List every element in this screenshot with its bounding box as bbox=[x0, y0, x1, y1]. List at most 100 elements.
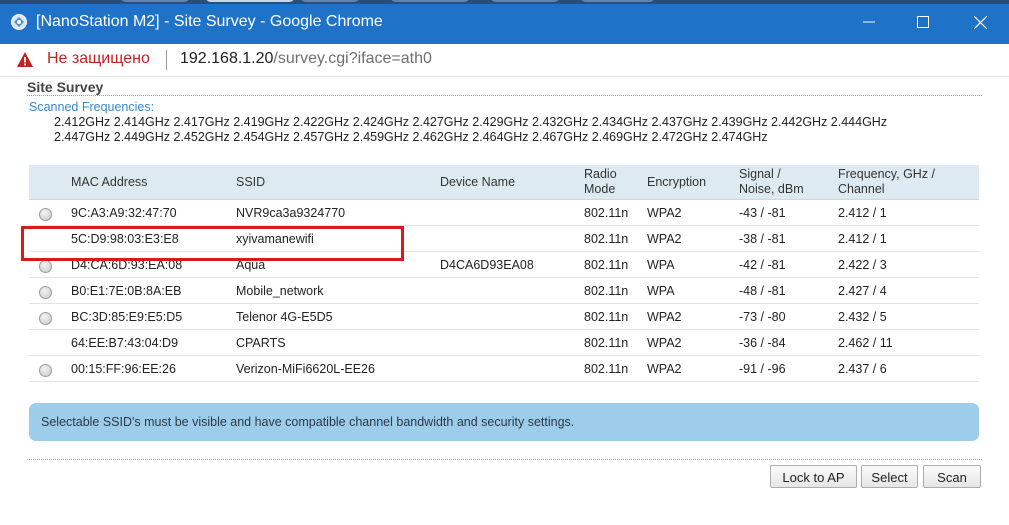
header-radio-line1: Radio bbox=[584, 167, 617, 181]
select-radio[interactable] bbox=[39, 260, 52, 273]
device-cell bbox=[440, 329, 580, 356]
bottom-divider bbox=[27, 459, 982, 460]
scanned-frequencies-label: Scanned Frequencies: bbox=[29, 100, 155, 114]
frequency-cell: 2.412 / 1 bbox=[836, 199, 979, 226]
select-radio[interactable] bbox=[39, 364, 52, 377]
select-cell bbox=[29, 355, 71, 382]
security-status[interactable]: Не защищено bbox=[47, 50, 150, 68]
window-title: [NanoStation M2] - Site Survey - Google … bbox=[36, 13, 383, 30]
header-radio-line2: Mode bbox=[584, 182, 616, 196]
table-row[interactable]: 9C:A3:A9:32:47:70 NVR9ca3a9324770 802.11n W… bbox=[29, 199, 979, 226]
device-cell bbox=[440, 225, 580, 252]
encryption-cell: WPA2 bbox=[647, 225, 737, 252]
mac-cell: BC:3D:85:E9:E5:D5 bbox=[71, 303, 236, 330]
info-notice: Selectable SSID's must be visible and ha… bbox=[29, 403, 979, 441]
url-text[interactable]: 192.168.1.20/survey.cgi?iface=ath0 bbox=[180, 50, 432, 68]
header-freq-line2: Channel bbox=[838, 182, 885, 196]
device-cell: D4CA6D93EA08 bbox=[440, 251, 580, 278]
scan-button[interactable]: Scan bbox=[923, 465, 981, 488]
header-signal: Signal / Noise, dBm bbox=[737, 165, 836, 200]
ssid-cell: Mobile_network bbox=[236, 277, 440, 304]
warning-triangle-icon[interactable] bbox=[16, 51, 34, 68]
header-encryption-label: Encryption bbox=[647, 174, 707, 189]
ssid-cell: Verizon-MiFi6620L-EE26 bbox=[236, 355, 440, 382]
device-cell bbox=[440, 199, 580, 226]
encryption-cell: WPA bbox=[647, 251, 737, 278]
frequency-cell: 2.427 / 4 bbox=[836, 277, 979, 304]
encryption-cell: WPA2 bbox=[647, 199, 737, 226]
header-freq-line1: Frequency, GHz / bbox=[838, 167, 936, 181]
header-frequency: Frequency, GHz / Channel bbox=[836, 165, 979, 200]
close-button[interactable] bbox=[952, 0, 1008, 44]
header-radio-mode: Radio Mode bbox=[580, 165, 647, 200]
select-cell bbox=[29, 277, 71, 304]
radio-mode-cell: 802.11n bbox=[580, 355, 647, 382]
header-device-label: Device Name bbox=[440, 174, 516, 189]
mac-cell: 5C:D9:98:03:E3:E8 bbox=[71, 225, 236, 252]
radio-mode-cell: 802.11n bbox=[580, 303, 647, 330]
signal-cell: -36 / -84 bbox=[737, 329, 836, 356]
frequency-cell: 2.462 / 11 bbox=[836, 329, 979, 356]
mac-cell: D4:CA:6D:93:EA:08 bbox=[71, 251, 236, 278]
mac-cell: 00:15:FF:96:EE:26 bbox=[71, 355, 236, 382]
select-cell bbox=[29, 225, 71, 252]
signal-cell: -42 / -81 bbox=[737, 251, 836, 278]
mac-cell: 9C:A3:A9:32:47:70 bbox=[71, 199, 236, 226]
lock-to-ap-button[interactable]: Lock to AP bbox=[770, 465, 857, 488]
mac-cell: B0:E1:7E:0B:8A:EB bbox=[71, 277, 236, 304]
select-cell bbox=[29, 329, 71, 356]
signal-cell: -48 / -81 bbox=[737, 277, 836, 304]
frequency-cell: 2.422 / 3 bbox=[836, 251, 979, 278]
table-row[interactable]: 5C:D9:98:03:E3:E8 xyivamanewifi 802.11n WPA… bbox=[29, 225, 979, 252]
frequencies-line-2: 2.447GHz 2.449GHz 2.452GHz 2.454GHz 2.45… bbox=[54, 130, 768, 144]
device-cell bbox=[440, 355, 580, 382]
radio-mode-cell: 802.11n bbox=[580, 225, 647, 252]
ssid-cell: xyivamanewifi bbox=[236, 225, 440, 252]
frequency-cell: 2.412 / 1 bbox=[836, 225, 979, 252]
device-cell bbox=[440, 303, 580, 330]
minimize-button[interactable] bbox=[841, 0, 897, 44]
header-signal-line1: Signal / bbox=[739, 167, 781, 181]
address-separator bbox=[166, 50, 167, 70]
ssid-cell: Telenor 4G-E5D5 bbox=[236, 303, 440, 330]
minimize-icon bbox=[863, 21, 875, 23]
radio-mode-cell: 802.11n bbox=[580, 277, 647, 304]
table-row[interactable]: BC:3D:85:E9:E5:D5 Telenor 4G-E5D5 802.11n W… bbox=[29, 303, 979, 330]
maximize-icon bbox=[917, 16, 929, 28]
url-host: 192.168.1.20 bbox=[180, 50, 274, 67]
ssid-cell: Aqua bbox=[236, 251, 440, 278]
signal-cell: -43 / -81 bbox=[737, 199, 836, 226]
address-bar[interactable]: Не защищено 192.168.1.20/survey.cgi?ifac… bbox=[0, 44, 1009, 77]
header-ssid: SSID bbox=[236, 165, 440, 200]
table-row[interactable]: 00:15:FF:96:EE:26 Verizon-MiFi6620L-EE26 8… bbox=[29, 355, 979, 382]
select-cell bbox=[29, 251, 71, 278]
radio-mode-cell: 802.11n bbox=[580, 329, 647, 356]
window-titlebar[interactable]: [NanoStation M2] - Site Survey - Google … bbox=[0, 0, 1009, 44]
signal-cell: -38 / -81 bbox=[737, 225, 836, 252]
signal-cell: -73 / -80 bbox=[737, 303, 836, 330]
title-divider bbox=[27, 95, 982, 96]
select-button[interactable]: Select bbox=[861, 465, 918, 488]
select-radio[interactable] bbox=[39, 208, 52, 221]
page-title: Site Survey bbox=[27, 79, 104, 95]
close-icon bbox=[973, 15, 987, 29]
table-header-row: MAC Address SSID Device Name Radio Mode E… bbox=[29, 165, 979, 200]
mac-cell: 64:EE:B7:43:04:D9 bbox=[71, 329, 236, 356]
table-row[interactable]: B0:E1:7E:0B:8A:EB Mobile_network 802.11n WP… bbox=[29, 277, 979, 304]
header-select bbox=[29, 165, 71, 200]
maximize-button[interactable] bbox=[895, 0, 951, 44]
url-path: /survey.cgi?iface=ath0 bbox=[273, 50, 432, 67]
select-radio[interactable] bbox=[39, 312, 52, 325]
table-row[interactable]: 64:EE:B7:43:04:D9 CPARTS 802.11n WPA2 -36 / … bbox=[29, 329, 979, 356]
radio-mode-cell: 802.11n bbox=[580, 199, 647, 226]
select-cell bbox=[29, 303, 71, 330]
frequency-cell: 2.437 / 6 bbox=[836, 355, 979, 382]
signal-cell: -91 / -96 bbox=[737, 355, 836, 382]
select-radio[interactable] bbox=[39, 286, 52, 299]
header-mac-label: MAC Address bbox=[71, 174, 148, 189]
radio-mode-cell: 802.11n bbox=[580, 251, 647, 278]
header-signal-line2: Noise, dBm bbox=[739, 182, 804, 196]
table-row[interactable]: D4:CA:6D:93:EA:08 Aqua D4CA6D93EA08 802.11n… bbox=[29, 251, 979, 278]
select-cell bbox=[29, 199, 71, 226]
header-encryption: Encryption bbox=[647, 165, 737, 200]
